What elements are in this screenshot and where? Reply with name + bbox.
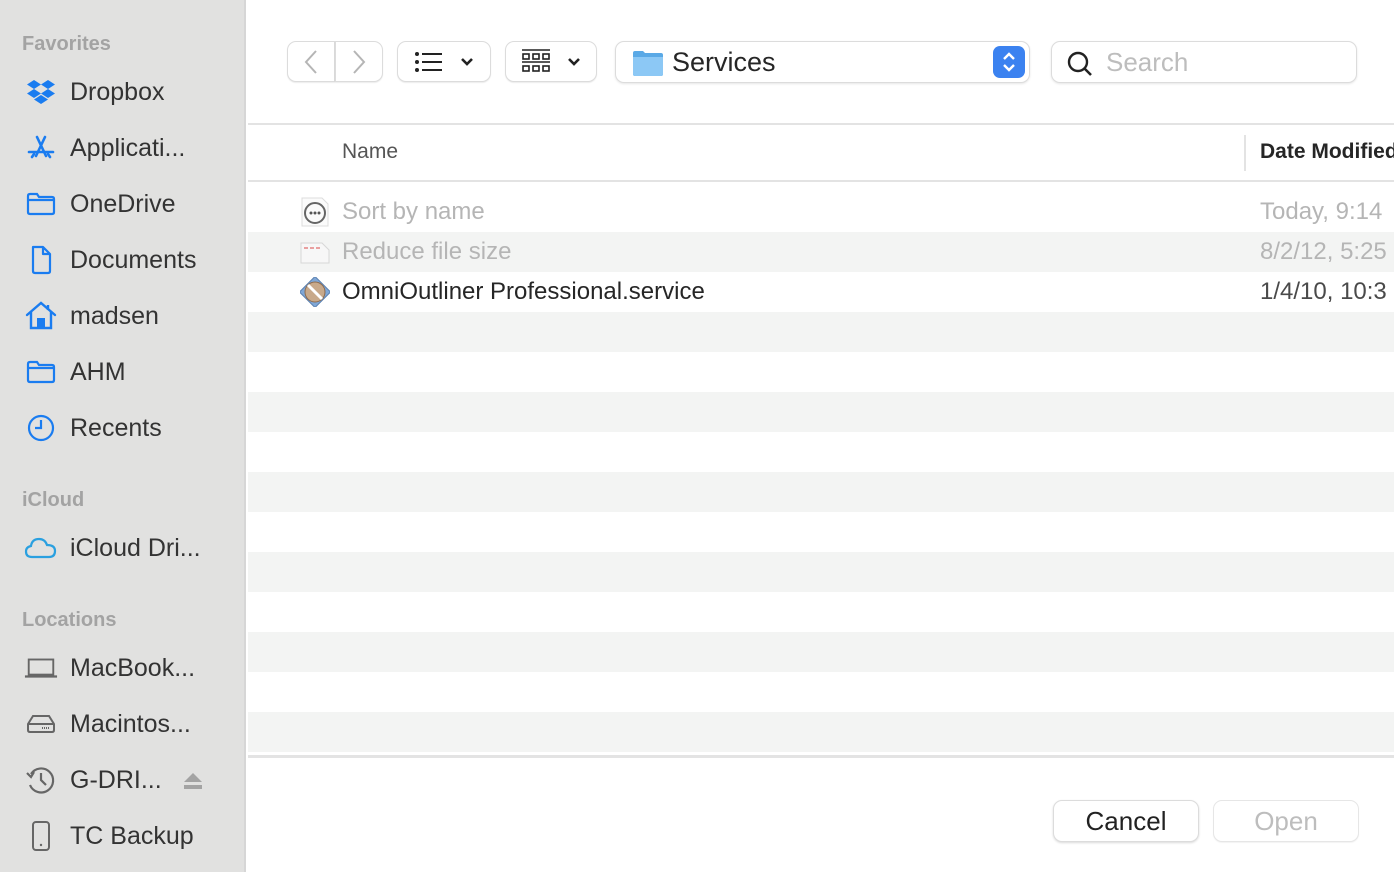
sidebar-item-madsen[interactable]: madsen	[0, 294, 244, 338]
sidebar-item-tc-backup[interactable]: TC Backup	[0, 814, 244, 858]
sidebar-item-icloud-drive[interactable]: iCloud Dri...	[0, 526, 244, 570]
sidebar-item-macintosh-hd[interactable]: Macintos...	[0, 702, 244, 746]
omnioutliner-service-icon	[298, 275, 332, 309]
laptop-icon	[24, 651, 58, 685]
path-label: Services	[672, 47, 776, 77]
sidebar-item-label: Recents	[70, 413, 162, 442]
empty-row	[248, 312, 1394, 352]
file-date: Today, 9:14	[1260, 198, 1383, 225]
empty-row	[248, 632, 1394, 672]
sidebar-item-label: OneDrive	[70, 189, 176, 218]
search-input[interactable]	[1106, 46, 1346, 78]
empty-row	[248, 552, 1394, 592]
sidebar-item-label: Documents	[70, 245, 197, 274]
file-list: Sort by name Today, 9:14 Reduce file siz…	[248, 192, 1394, 752]
dialog-footer: Cancel Open	[248, 755, 1394, 872]
sidebar-item-recents[interactable]: Recents	[0, 406, 244, 450]
empty-row	[248, 432, 1394, 472]
workflow-icon	[300, 197, 330, 227]
hard-drive-icon	[24, 707, 58, 741]
eject-button[interactable]	[182, 770, 204, 792]
external-drive-icon	[24, 819, 58, 853]
file-date: 1/4/10, 10:3	[1260, 278, 1387, 305]
path-popup[interactable]: Services	[615, 41, 1030, 83]
file-row[interactable]: OmniOutliner Professional.service 1/4/10…	[248, 272, 1394, 312]
file-date: 8/2/12, 5:25	[1260, 238, 1387, 265]
sidebar-item-documents[interactable]: Documents	[0, 238, 244, 282]
filter-document-icon	[300, 237, 330, 267]
file-name: Reduce file size	[342, 238, 512, 265]
empty-row	[248, 392, 1394, 432]
sidebar-item-label: MacBook...	[70, 653, 196, 682]
sidebar-item-label: Macintos...	[70, 709, 191, 738]
sidebar: Favorites Dropbox Applicati... OneDrive …	[0, 0, 246, 872]
home-icon	[24, 299, 58, 333]
open-button[interactable]: Open	[1213, 800, 1359, 842]
column-date-modified[interactable]: Date Modified	[1260, 140, 1394, 164]
chevron-left-icon	[304, 49, 317, 74]
file-row: Sort by name Today, 9:14	[248, 192, 1394, 232]
back-button[interactable]	[287, 41, 335, 82]
sidebar-item-ahm[interactable]: AHM	[0, 350, 244, 394]
sidebar-item-g-drive[interactable]: G-DRI...	[0, 758, 244, 802]
file-name: OmniOutliner Professional.service	[342, 278, 705, 305]
sidebar-item-label: Dropbox	[70, 77, 165, 106]
file-row: Reduce file size 8/2/12, 5:25	[248, 232, 1394, 272]
cloud-icon	[24, 531, 58, 565]
chevron-down-icon	[461, 57, 473, 66]
search-icon	[1067, 51, 1092, 76]
section-icloud: iCloud	[22, 489, 85, 511]
file-name: Sort by name	[342, 198, 485, 225]
sidebar-item-label: iCloud Dri...	[70, 533, 201, 562]
empty-row	[248, 712, 1394, 752]
cancel-button[interactable]: Cancel	[1053, 800, 1199, 842]
chevron-down-icon	[568, 57, 580, 66]
column-name[interactable]: Name	[342, 140, 398, 164]
toolbar: Services	[248, 0, 1394, 125]
folder-icon	[24, 355, 58, 389]
column-header: Name Date Modified	[248, 127, 1394, 182]
sidebar-item-dropbox[interactable]: Dropbox	[0, 70, 244, 114]
search-field[interactable]	[1051, 41, 1357, 83]
popup-stepper-icon	[993, 46, 1025, 78]
time-machine-icon	[24, 763, 58, 797]
section-favorites: Favorites	[22, 33, 111, 55]
folder-icon	[633, 51, 663, 76]
empty-row	[248, 592, 1394, 632]
grid-view-icon	[522, 48, 550, 72]
applications-icon	[24, 131, 58, 165]
file-browser: Services Name Date Modified Sort by name…	[248, 0, 1394, 872]
folder-icon	[24, 187, 58, 221]
dropbox-icon	[24, 75, 58, 109]
empty-row	[248, 512, 1394, 552]
forward-button[interactable]	[335, 41, 383, 82]
chevron-right-icon	[353, 49, 366, 74]
empty-row	[248, 672, 1394, 712]
column-divider[interactable]	[1244, 135, 1246, 171]
group-mode-button[interactable]	[505, 41, 597, 82]
sidebar-item-label: G-DRI...	[70, 765, 162, 794]
document-icon	[24, 243, 58, 277]
sidebar-item-macbook[interactable]: MacBook...	[0, 646, 244, 690]
sidebar-item-applications[interactable]: Applicati...	[0, 126, 244, 170]
list-view-icon	[415, 51, 442, 72]
sidebar-item-label: AHM	[70, 357, 126, 386]
sidebar-item-label: TC Backup	[70, 821, 194, 850]
empty-row	[248, 472, 1394, 512]
section-locations: Locations	[22, 609, 117, 631]
sidebar-item-label: Applicati...	[70, 133, 186, 162]
view-mode-button[interactable]	[397, 41, 491, 82]
sidebar-item-onedrive[interactable]: OneDrive	[0, 182, 244, 226]
sidebar-item-label: madsen	[70, 301, 159, 330]
clock-icon	[24, 411, 58, 445]
empty-row	[248, 352, 1394, 392]
